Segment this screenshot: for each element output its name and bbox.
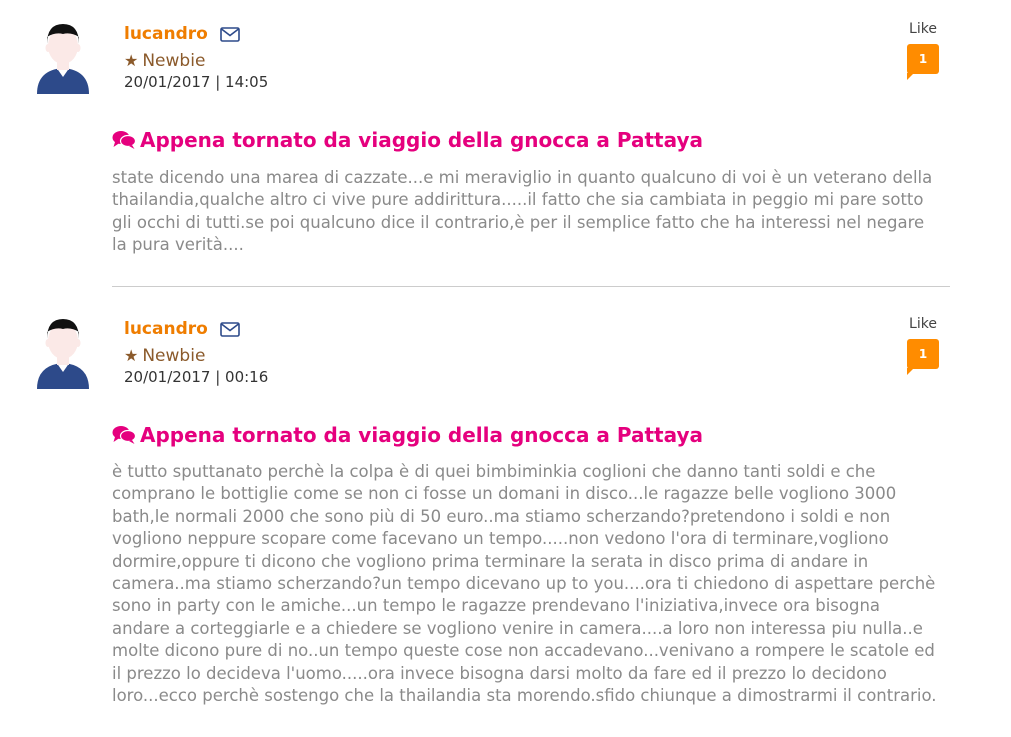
post-meta: lucandro ★ Newbie 20/01/2017 | 14:05 bbox=[124, 22, 268, 91]
star-icon: ★ bbox=[124, 346, 139, 365]
avatar[interactable] bbox=[35, 22, 91, 94]
rank-label: Newbie bbox=[142, 51, 206, 71]
envelope-icon[interactable] bbox=[220, 26, 240, 42]
rank-label: Newbie bbox=[142, 346, 206, 366]
like-box: Like 1 bbox=[898, 316, 948, 375]
comments-icon bbox=[112, 130, 136, 150]
user-avatar-icon bbox=[37, 319, 89, 389]
username-row: lucandro bbox=[124, 317, 268, 341]
comments-icon bbox=[112, 425, 136, 445]
rank-row: ★ Newbie bbox=[124, 345, 268, 367]
like-label[interactable]: Like bbox=[898, 316, 948, 332]
post-title[interactable]: Appena tornato da viaggio della gnocca a… bbox=[140, 128, 703, 152]
post-title[interactable]: Appena tornato da viaggio della gnocca a… bbox=[140, 423, 703, 447]
post-date: 20/01/2017 | 14:05 bbox=[124, 73, 269, 91]
username-link[interactable]: lucandro bbox=[124, 319, 208, 339]
user-avatar-icon bbox=[37, 24, 89, 94]
like-count-badge[interactable]: 1 bbox=[907, 339, 939, 375]
username-row: lucandro bbox=[124, 22, 268, 46]
post-divider bbox=[112, 286, 950, 287]
rank-row: ★ Newbie bbox=[124, 50, 268, 72]
like-count-badge[interactable]: 1 bbox=[907, 44, 939, 80]
post-body: è tutto sputtanato perchè la colpa è di … bbox=[112, 462, 937, 706]
like-label[interactable]: Like bbox=[898, 21, 948, 37]
username-link[interactable]: lucandro bbox=[124, 24, 208, 44]
star-icon: ★ bbox=[124, 51, 139, 70]
post-body: state dicendo una marea di cazzate...e m… bbox=[112, 168, 933, 255]
post-date: 20/01/2017 | 00:16 bbox=[124, 368, 269, 386]
avatar[interactable] bbox=[35, 317, 91, 389]
post-meta: lucandro ★ Newbie 20/01/2017 | 00:16 bbox=[124, 317, 268, 386]
like-box: Like 1 bbox=[898, 21, 948, 80]
post-title-row: Appena tornato da viaggio della gnocca a… bbox=[112, 128, 703, 152]
envelope-icon[interactable] bbox=[220, 321, 240, 337]
post-title-row: Appena tornato da viaggio della gnocca a… bbox=[112, 423, 703, 447]
